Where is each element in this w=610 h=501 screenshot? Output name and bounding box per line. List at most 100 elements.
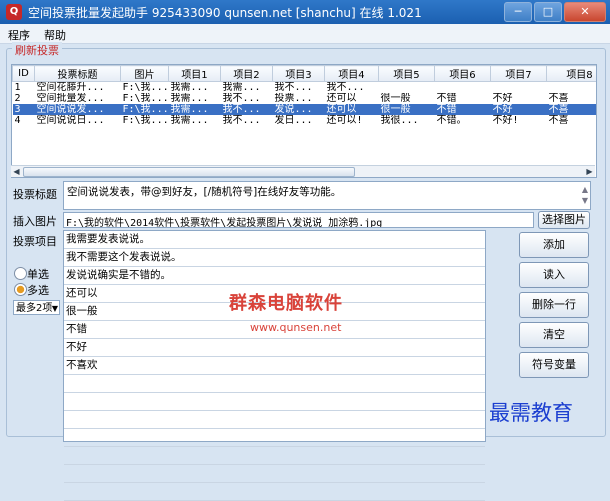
table-cell: F:\我... <box>120 104 169 115</box>
table-cell: 还可以 <box>326 93 357 104</box>
table-cell: 还可以! <box>326 115 363 126</box>
table-cell: 很一般 <box>380 93 411 104</box>
table-cell: 我需... <box>170 82 209 93</box>
table-cell: 不好 <box>490 104 547 115</box>
subject-textarea[interactable]: 空间说说发表，带@到好友，[/随机符号]在线好友等功能。 ▲ ▼ <box>63 181 591 210</box>
vote-list-table[interactable]: ID 投票标题 图片 项目1 项目2 项目3 项目4 项目5 项目6 项目7 项目8 1 空间花藤升.… <box>11 64 597 178</box>
single-choice-radio[interactable] <box>14 267 27 280</box>
table-cell <box>547 82 597 94</box>
watermark-url: www.qunsen.net <box>250 321 342 334</box>
scroll-thumb[interactable] <box>23 167 355 177</box>
column-header[interactable]: 项目1 <box>168 65 221 82</box>
table-cell: 我需... <box>168 104 221 115</box>
option-row[interactable]: 发说说确实是不错的。 <box>64 267 485 285</box>
table-cell: F:\我... <box>122 115 169 126</box>
table-cell: F:\我... <box>122 82 169 93</box>
column-header[interactable]: 项目5 <box>378 65 435 82</box>
multi-choice-label: 多选 <box>27 284 49 297</box>
table-cell: 空间说说发... <box>34 104 121 115</box>
option-row[interactable]: 不喜欢 <box>64 357 485 375</box>
refresh-vote-label[interactable]: 刷新投票 <box>12 42 62 58</box>
column-header[interactable]: 项目2 <box>220 65 273 82</box>
option-row[interactable] <box>64 483 485 501</box>
table-cell: 我不... <box>222 115 261 126</box>
table-cell: 1 <box>14 82 21 93</box>
table-cell <box>379 82 435 94</box>
option-row[interactable] <box>64 411 485 429</box>
option-row[interactable] <box>64 393 485 411</box>
column-header[interactable]: 图片 <box>120 65 169 82</box>
delete-row-button[interactable]: 删除一行 <box>519 292 589 318</box>
option-row[interactable]: 不好 <box>64 339 485 357</box>
watermark-company: 群森电脑软件 <box>229 293 343 314</box>
table-cell: 空间说说日... <box>36 115 105 126</box>
max-select-dropdown[interactable]: 最多2项 ▼ <box>13 300 60 315</box>
table-cell: 我不... <box>222 93 261 104</box>
column-header[interactable]: 投票标题 <box>34 65 121 82</box>
option-row[interactable] <box>64 465 485 483</box>
table-cell: 空间批量发... <box>36 93 105 104</box>
table-row[interactable]: 2 空间批量发... F:\我... 我需... 我不... 投票... 还可以 很一般 不错 不… <box>13 93 597 104</box>
table-cell <box>491 82 547 94</box>
clear-button[interactable]: 清空 <box>519 322 589 348</box>
scroll-left-icon[interactable]: ◀ <box>11 166 22 177</box>
table-cell: 2 <box>14 93 21 104</box>
column-header[interactable]: 项目7 <box>490 65 547 82</box>
column-header[interactable]: 项目8 <box>546 65 596 82</box>
table-cell: 投票... <box>274 93 313 104</box>
choose-image-button[interactable]: 选择图片 <box>538 211 590 229</box>
close-button[interactable]: ✕ <box>564 2 606 22</box>
single-choice-label: 单选 <box>27 268 49 281</box>
watermark-corner: 最需教育 <box>489 401 573 425</box>
table-cell: 我不... <box>220 104 273 115</box>
table-cell: 我不... <box>326 82 365 93</box>
table-cell: 发说... <box>272 104 325 115</box>
column-header[interactable]: ID <box>12 65 35 82</box>
table-cell: 空间花藤升... <box>36 82 105 93</box>
app-logo-icon: Q <box>6 4 22 20</box>
read-button[interactable]: 读入 <box>519 262 589 288</box>
image-label: 插入图片 <box>13 215 57 228</box>
table-cell: 发日... <box>274 115 313 126</box>
title-bar: Q 空间投票批量发起助手 925433090 qunsen.net [shanc… <box>0 0 610 24</box>
option-row[interactable] <box>64 447 485 465</box>
minimize-button[interactable]: ─ <box>504 2 532 22</box>
maximize-button[interactable]: □ <box>534 2 562 22</box>
table-cell: 我需... <box>170 115 209 126</box>
symbol-variable-button[interactable]: 符号变量 <box>519 352 589 378</box>
scroll-up-icon[interactable]: ▲ <box>582 184 588 195</box>
table-cell: 我需... <box>170 93 209 104</box>
table-cell: 我需... <box>222 82 261 93</box>
option-row[interactable]: 我不需要这个发表说说。 <box>64 249 485 267</box>
multi-choice-radio[interactable] <box>14 283 27 296</box>
table-row[interactable]: 3 空间说说发... F:\我... 我需... 我不... 发说... 还可以 很一般 不错不… <box>12 104 596 115</box>
option-row[interactable] <box>64 375 485 393</box>
table-row[interactable]: 1 空间花藤升... F:\我... 我需... 我需... 我不... 我不... <box>13 82 597 94</box>
scroll-right-icon[interactable]: ▶ <box>584 166 595 177</box>
table-cell: 还可以 <box>324 104 379 115</box>
options-label: 投票项目 <box>13 235 57 248</box>
column-header[interactable]: 项目6 <box>434 65 491 82</box>
table-cell: 很一般 <box>378 104 435 115</box>
subject-scroll-arrows[interactable]: ▲ ▼ <box>582 184 588 206</box>
table-row[interactable]: 4 空间说说日... F:\我... 我需... 我不... 发日... 还可以! 我很...… <box>13 115 597 126</box>
option-row[interactable] <box>64 429 485 447</box>
table-cell: 不错 <box>434 104 491 115</box>
table-cell: 4 <box>14 115 21 126</box>
window-title: 空间投票批量发起助手 925433090 qunsen.net [shanchu… <box>28 6 422 20</box>
add-button[interactable]: 添加 <box>519 232 589 258</box>
scroll-down-icon[interactable]: ▼ <box>582 195 588 206</box>
column-header[interactable]: 项目4 <box>324 65 379 82</box>
table-cell: F:\我... <box>122 93 169 104</box>
menu-program[interactable]: 程序 <box>8 27 30 43</box>
horizontal-scrollbar[interactable]: ◀ ▶ <box>11 165 595 177</box>
image-path-field[interactable]: F:\我的软件\2014软件\投票软件\发起投票图片\发说说 加涂鸦.jpg <box>63 212 534 228</box>
table-header: ID 投票标题 图片 项目1 项目2 项目3 项目4 项目5 项目6 项目7 项目8 <box>12 65 596 82</box>
column-header[interactable]: 项目3 <box>272 65 325 82</box>
option-row[interactable]: 我需要发表说说。 <box>64 231 485 249</box>
max-select-value: 最多2项 <box>16 303 53 314</box>
options-list[interactable]: 我需要发表说说。 我不需要这个发表说说。 发说说确实是不错的。 还可以 很一般 不错 不好不… <box>63 230 486 501</box>
menu-help[interactable]: 帮助 <box>44 27 66 43</box>
chevron-down-icon: ▼ <box>51 304 58 313</box>
subject-text: 空间说说发表，带@到好友，[/随机符号]在线好友等功能。 <box>67 186 342 198</box>
